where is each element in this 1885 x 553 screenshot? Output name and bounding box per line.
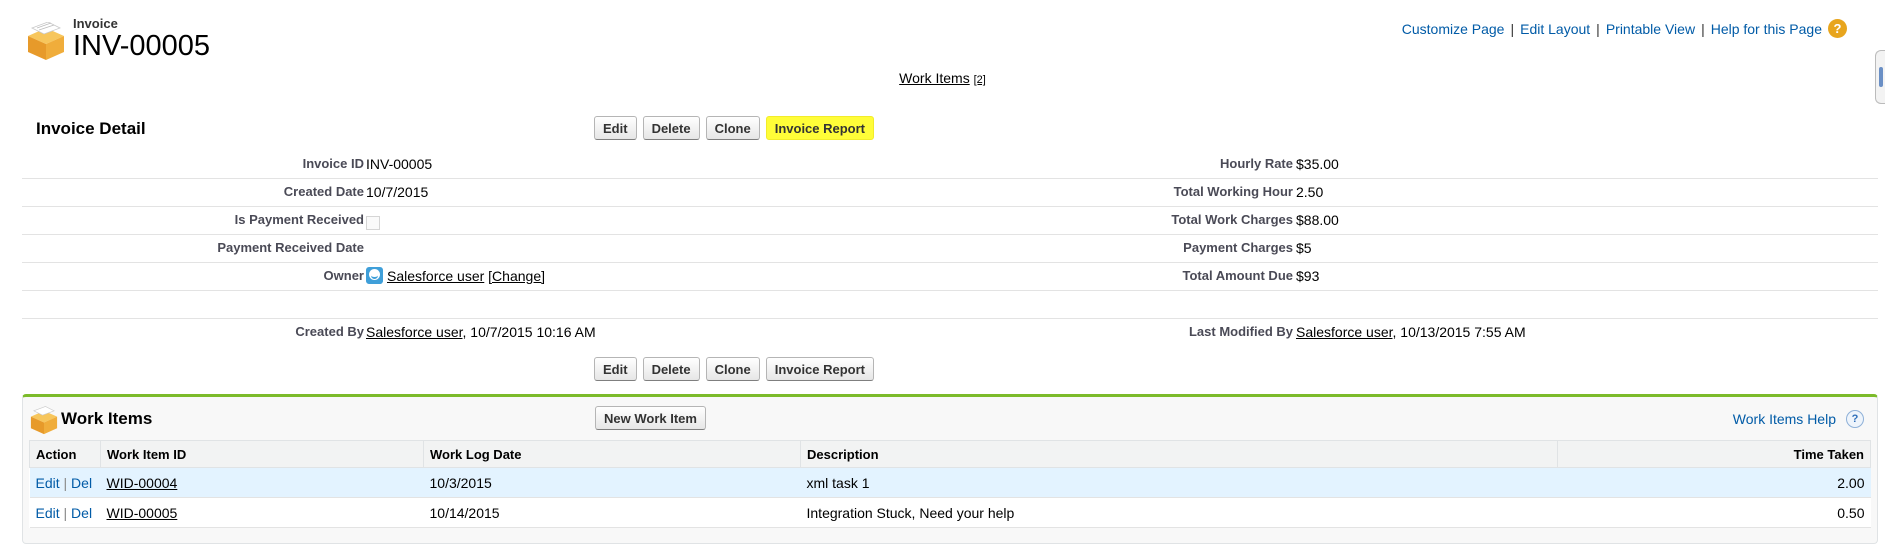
work-item-id-link[interactable]: WID-00004 <box>107 475 178 491</box>
field-row: Created By Salesforce user, 10/7/2015 10… <box>22 318 1878 346</box>
work-item-id-cell: WID-00004 <box>100 467 424 498</box>
total-work-charges-label: Total Work Charges <box>1171 212 1293 227</box>
row-actions: Edit | Del <box>29 467 101 498</box>
created-by-value: Salesforce user, 10/7/2015 10:16 AM <box>366 324 596 340</box>
created-by-timestamp: , 10/7/2015 10:16 AM <box>462 324 596 340</box>
last-modified-timestamp: , 10/13/2015 7:55 AM <box>1392 324 1526 340</box>
field-row: Owner Salesforce user [Change] Total Amo… <box>22 262 1878 291</box>
work-items-count[interactable]: [2] <box>974 74 986 86</box>
field-row: Is Payment Received Total Work Charges $… <box>22 206 1878 235</box>
last-modified-by-value: Salesforce user, 10/13/2015 7:55 AM <box>1296 324 1526 340</box>
field-row: Invoice ID INV-00005 Hourly Rate $35.00 <box>22 150 1878 179</box>
work-items-help: Work Items Help ? <box>1733 410 1864 428</box>
link-separator: | <box>1596 20 1600 37</box>
column-header-action: Action <box>29 440 101 468</box>
link-separator: | <box>1510 20 1515 37</box>
total-work-charges-value: $88.00 <box>1296 212 1339 228</box>
hourly-rate-value: $35.00 <box>1296 156 1339 172</box>
record-name: INV-00005 <box>73 30 211 62</box>
work-item-id-cell: WID-00005 <box>100 497 424 528</box>
link-separator: | <box>1701 20 1705 37</box>
bottom-button-row: Edit Delete Clone Invoice Report <box>594 357 875 381</box>
total-amount-due-label: Total Amount Due <box>1182 268 1294 283</box>
page-links: Customize Page | Edit Layout | Printable… <box>1402 19 1847 38</box>
column-header-work-log-date[interactable]: Work Log Date <box>423 440 801 468</box>
payment-charges-value: $5 <box>1296 240 1312 256</box>
total-amount-due-value: $93 <box>1296 268 1320 284</box>
delete-row-link[interactable]: Del <box>71 505 92 521</box>
invoice-report-button[interactable]: Invoice Report <box>765 116 875 140</box>
user-avatar-icon <box>366 266 383 284</box>
top-button-row: Edit Delete Clone Invoice Report <box>594 116 875 140</box>
field-row: Payment Received Date Payment Charges $5 <box>22 234 1878 263</box>
owner-link[interactable]: Salesforce user <box>387 268 484 284</box>
total-working-hour-label: Total Working Hour <box>1173 184 1293 199</box>
help-icon[interactable]: ? <box>1828 19 1847 38</box>
edit-row-link[interactable]: Edit <box>36 475 60 491</box>
created-date-value: 10/7/2015 <box>366 184 429 200</box>
clone-button[interactable]: Clone <box>705 116 760 140</box>
work-items-related-list: Work Items New Work Item Work Items Help… <box>22 394 1878 544</box>
work-items-box-icon <box>30 406 58 435</box>
owner-value: Salesforce user [Change] <box>366 266 545 286</box>
invoice-id-value: INV-00005 <box>366 156 433 172</box>
edit-layout-link[interactable]: Edit Layout <box>1520 21 1590 37</box>
blank-row <box>22 290 1878 319</box>
work-item-id-link[interactable]: WID-00005 <box>107 505 178 521</box>
table-row: Edit | Del WID-00004 10/3/2015 xml task … <box>29 467 1871 498</box>
work-items-table: Action Work Item ID Work Log Date Descri… <box>29 440 1871 528</box>
invoice-box-icon <box>28 22 64 60</box>
edit-row-link[interactable]: Edit <box>36 505 60 521</box>
change-owner-link[interactable]: [Change] <box>488 268 545 284</box>
time-taken-cell: 0.50 <box>1557 497 1871 528</box>
column-header-work-item-id[interactable]: Work Item ID <box>100 440 424 468</box>
last-modified-user-link[interactable]: Salesforce user <box>1296 324 1393 340</box>
work-log-date-cell: 10/3/2015 <box>423 467 801 498</box>
created-by-label: Created By <box>295 324 364 339</box>
help-for-page-link[interactable]: Help for this Page <box>1711 21 1822 37</box>
row-actions: Edit | Del <box>29 497 101 528</box>
work-items-hover-link[interactable]: Work Items <box>899 70 970 86</box>
last-modified-by-label: Last Modified By <box>1188 324 1293 339</box>
is-payment-received-value <box>366 212 380 230</box>
description-cell: Integration Stuck, Need your help <box>800 497 1558 528</box>
time-taken-cell: 2.00 <box>1557 467 1871 498</box>
is-payment-received-label: Is Payment Received <box>234 212 364 227</box>
work-items-help-link[interactable]: Work Items Help <box>1733 411 1836 427</box>
action-separator: | <box>63 474 68 491</box>
delete-button[interactable]: Delete <box>642 357 700 381</box>
delete-button[interactable]: Delete <box>642 116 700 140</box>
edit-button[interactable]: Edit <box>594 357 637 381</box>
new-work-item-button[interactable]: New Work Item <box>595 406 706 430</box>
field-row: Created Date 10/7/2015 Total Working Hou… <box>22 178 1878 207</box>
payment-received-date-label: Payment Received Date <box>217 240 364 255</box>
detail-section-title: Invoice Detail <box>36 119 146 138</box>
owner-label: Owner <box>323 268 364 283</box>
related-list-hover-links: Work Items [2] <box>0 70 1885 86</box>
customize-page-link[interactable]: Customize Page <box>1402 21 1505 37</box>
is-payment-received-checkbox <box>366 215 380 230</box>
printable-view-link[interactable]: Printable View <box>1606 21 1695 37</box>
column-header-time-taken[interactable]: Time Taken <box>1557 440 1871 468</box>
invoice-id-label: Invoice ID <box>302 156 364 171</box>
hourly-rate-label: Hourly Rate <box>1220 156 1293 171</box>
delete-row-link[interactable]: Del <box>71 475 92 491</box>
help-icon[interactable]: ? <box>1846 410 1864 428</box>
work-items-title: Work Items <box>61 409 153 428</box>
clone-button[interactable]: Clone <box>705 357 760 381</box>
payment-charges-label: Payment Charges <box>1183 240 1293 255</box>
table-row: Edit | Del WID-00005 10/14/2015 Integrat… <box>29 497 1871 528</box>
column-header-description[interactable]: Description <box>800 440 1558 468</box>
description-cell: xml task 1 <box>800 467 1558 498</box>
object-type-label: Invoice <box>73 16 118 31</box>
table-header-row: Action Work Item ID Work Log Date Descri… <box>29 440 1871 468</box>
created-date-label: Created Date <box>283 184 364 199</box>
invoice-report-button[interactable]: Invoice Report <box>765 357 875 381</box>
total-working-hour-value: 2.50 <box>1296 184 1324 200</box>
created-by-user-link[interactable]: Salesforce user <box>366 324 463 340</box>
edit-button[interactable]: Edit <box>594 116 637 140</box>
work-log-date-cell: 10/14/2015 <box>423 497 801 528</box>
action-separator: | <box>63 504 68 521</box>
